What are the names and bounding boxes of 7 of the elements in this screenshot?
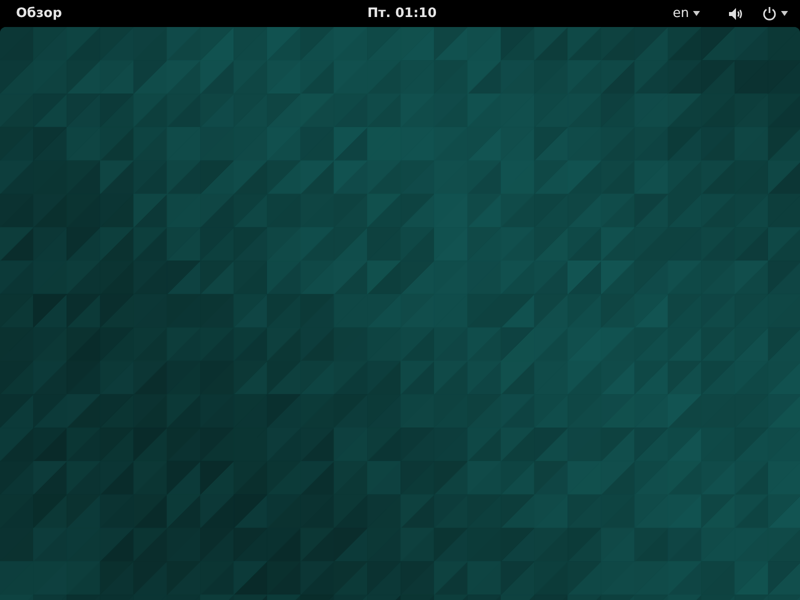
keyboard-layout-button[interactable]: en <box>668 4 704 23</box>
power-icon <box>762 6 777 21</box>
caret-icon <box>693 11 700 16</box>
clock-button[interactable]: Пт. 01:10 <box>363 4 441 23</box>
caret-icon <box>781 11 788 16</box>
volume-icon[interactable] <box>728 6 744 20</box>
activities-button[interactable]: Обзор <box>12 4 66 23</box>
